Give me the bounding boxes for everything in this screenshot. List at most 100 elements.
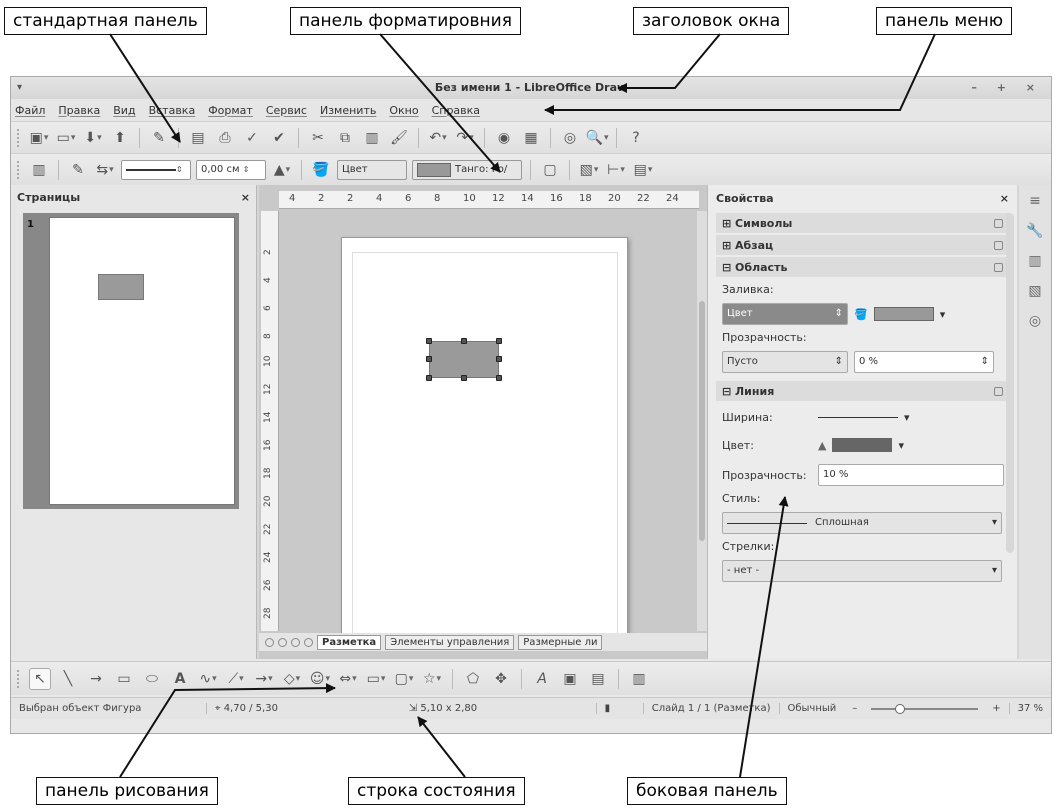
help-icon[interactable]: ? [625, 127, 647, 149]
toggle-extrusion-icon[interactable]: ▤ [587, 668, 609, 690]
last-tab-icon[interactable] [304, 637, 313, 647]
tab-layout[interactable]: Разметка [317, 634, 382, 650]
resize-handle[interactable] [426, 356, 432, 362]
insert-image-icon[interactable]: ▦ [520, 127, 542, 149]
menu-format[interactable]: Формат [208, 104, 253, 117]
copy-icon[interactable]: ⧉ [334, 127, 356, 149]
more-options-icon[interactable] [994, 262, 1003, 272]
vertical-scrollbar[interactable] [697, 211, 707, 631]
lines-arrows-icon[interactable]: → [253, 668, 275, 690]
flowchart-icon[interactable]: ▭ [365, 668, 387, 690]
menu-tools[interactable]: Сервис [266, 104, 307, 117]
resize-handle[interactable] [461, 375, 467, 381]
export-pdf-icon[interactable]: ▤ [187, 127, 209, 149]
stars-icon[interactable]: ☆ [421, 668, 443, 690]
horizontal-ruler[interactable]: 4 2 2 4 6 8 10 12 14 16 18 20 22 24 [279, 191, 699, 209]
spellcheck-icon[interactable]: ✓ [241, 127, 263, 149]
paste-icon[interactable]: ▥ [361, 127, 383, 149]
select-arrow-icon[interactable]: ↖ [29, 667, 51, 690]
resize-handle[interactable] [461, 338, 467, 344]
collapse-icon[interactable]: ⊟ [722, 261, 735, 274]
cut-icon[interactable]: ✂ [307, 127, 329, 149]
navigator-icon[interactable]: ◎ [1024, 313, 1046, 335]
navigator-icon[interactable]: ◎ [559, 127, 581, 149]
line-style-select[interactable]: ⇕ [121, 159, 191, 180]
basic-shapes-icon[interactable]: ◇ [281, 668, 303, 690]
collapse-icon[interactable]: ⊟ [722, 385, 735, 398]
section-paragraph[interactable]: ⊞ Абзац [716, 235, 1009, 255]
first-tab-icon[interactable] [265, 637, 274, 647]
menu-view[interactable]: Вид [113, 104, 135, 117]
align-icon[interactable]: ⊢ [605, 159, 627, 181]
arrow-style-select[interactable]: - нет - ▾ [722, 560, 1002, 582]
chevron-down-icon[interactable]: ▾ [904, 411, 910, 424]
tab-dimension-lines[interactable]: Размерные ли [518, 634, 603, 650]
points-icon[interactable]: ⬠ [462, 668, 484, 690]
spin-icon[interactable]: ⇕ [981, 352, 989, 372]
export-icon[interactable]: ⬆ [109, 127, 131, 149]
transformations-icon[interactable]: ▧ [578, 159, 600, 181]
spin-icon[interactable]: ⇕ [243, 161, 253, 179]
close-icon[interactable]: × [1000, 192, 1009, 205]
new-document-icon[interactable]: ▣ [28, 127, 50, 149]
properties-icon[interactable]: 🔧 [1024, 223, 1046, 245]
transparency-value-field[interactable]: 0 % ⇕ [854, 351, 994, 373]
more-options-icon[interactable] [994, 218, 1003, 228]
resize-handle[interactable] [426, 338, 432, 344]
section-line[interactable]: ⊟ Линия [716, 381, 1009, 401]
gallery-icon[interactable]: ▧ [1024, 283, 1046, 305]
clone-formatting-icon[interactable]: 🖌 [388, 127, 410, 149]
resize-handle[interactable] [426, 375, 432, 381]
fontwork-icon[interactable]: A [531, 668, 553, 690]
next-tab-icon[interactable] [291, 637, 300, 647]
glue-points-icon[interactable]: ✥ [490, 668, 512, 690]
prev-tab-icon[interactable] [278, 637, 287, 647]
line-transparency-field[interactable]: 10 % [818, 464, 1004, 486]
block-arrows-icon[interactable]: ⇔ [337, 668, 359, 690]
expand-icon[interactable]: ⊞ [722, 217, 735, 230]
more-options-icon[interactable] [994, 240, 1003, 250]
fill-type-select[interactable]: Цвет [337, 159, 407, 180]
drawing-page[interactable] [341, 237, 628, 643]
area-icon[interactable]: 🪣 [310, 159, 332, 181]
line-tool-icon[interactable]: ╲ [57, 668, 79, 690]
save-icon[interactable]: ⬇ [82, 127, 104, 149]
menu-help[interactable]: Справка [432, 104, 480, 117]
close-icon[interactable]: × [241, 191, 250, 204]
toolbar-grip[interactable] [17, 160, 21, 179]
window-controls[interactable]: – + × [971, 77, 1043, 99]
spin-icon[interactable]: ⇕ [835, 352, 843, 372]
status-mode[interactable]: Обычный [778, 703, 845, 714]
open-folder-icon[interactable]: ▭ [55, 127, 77, 149]
callouts-icon[interactable]: ▢ [393, 668, 415, 690]
line-color-icon[interactable]: ▲ [271, 159, 293, 181]
zoom-icon[interactable]: 🔍 [586, 127, 608, 149]
scrollbar-thumb[interactable] [699, 301, 705, 541]
shadow-icon[interactable]: ▢ [539, 159, 561, 181]
redo-icon[interactable]: ↷ [454, 127, 476, 149]
selected-rectangle-shape[interactable] [429, 341, 499, 378]
styles-icon[interactable]: ▥ [1024, 253, 1046, 275]
ellipse-tool-icon[interactable]: ⬭ [141, 668, 163, 690]
arrange-icon[interactable]: ▤ [632, 159, 654, 181]
toolbar-grip[interactable] [17, 128, 21, 147]
section-area[interactable]: ⊟ Область [716, 257, 1009, 277]
zoom-in-icon[interactable]: + [984, 703, 1008, 714]
zoom-slider[interactable] [871, 703, 979, 714]
menu-edit[interactable]: Правка [58, 104, 100, 117]
resize-handle[interactable] [496, 338, 502, 344]
document-modified-icon[interactable]: ▮ [595, 703, 643, 714]
menu-modify[interactable]: Изменить [320, 104, 376, 117]
vertical-ruler[interactable]: 2 4 6 8 10 12 14 16 18 20 22 24 26 28 [261, 211, 279, 631]
sidebar-menu-icon[interactable]: ≡ [1024, 193, 1046, 215]
status-zoom[interactable]: 37 % [1008, 703, 1051, 714]
menu-insert[interactable]: Вставка [149, 104, 196, 117]
chevron-down-icon[interactable]: ▾ [992, 513, 997, 533]
line-width-preview[interactable] [818, 417, 898, 418]
chevron-down-icon[interactable]: ▾ [992, 561, 997, 581]
autospell-icon[interactable]: ✔ [268, 127, 290, 149]
fill-select[interactable]: Цвет ⇕ [722, 303, 848, 325]
window-menu-icon[interactable]: ▾ [17, 77, 22, 99]
spin-icon[interactable]: ⇕ [176, 161, 186, 179]
drawing-canvas[interactable]: 4 2 2 4 6 8 10 12 14 16 18 20 22 24 2 4 6 8 10 12 14 16 18 20 2… [259, 185, 707, 659]
